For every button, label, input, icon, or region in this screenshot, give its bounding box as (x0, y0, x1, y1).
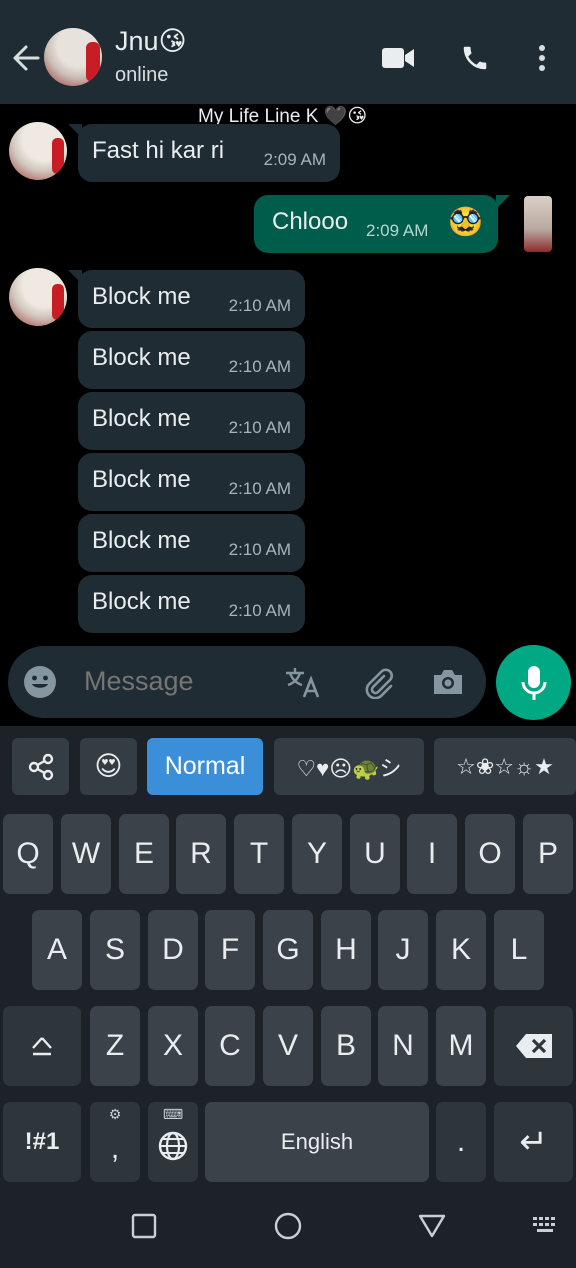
message-bubble-incoming[interactable]: Block me 2:10 AM (78, 331, 305, 389)
message-text: Fast hi kar ri (92, 137, 225, 164)
minion-emoji: 🥸 (448, 206, 483, 237)
chat-header: Jnu😘 online (0, 0, 576, 104)
key-p[interactable]: P (523, 814, 573, 894)
period-key[interactable]: . (436, 1102, 486, 1182)
message-bubble-incoming[interactable]: Fast hi kar ri 2:09 AM (78, 124, 340, 182)
video-call-icon[interactable] (380, 40, 416, 76)
share-icon[interactable] (12, 738, 69, 795)
key-b[interactable]: B (321, 1006, 371, 1086)
message-text: Block me (92, 466, 191, 493)
key-r[interactable]: R (176, 814, 226, 894)
message-composer (8, 646, 486, 718)
key-q[interactable]: Q (3, 814, 53, 894)
key-a[interactable]: A (32, 910, 82, 990)
message-time: 2:10 AM (228, 601, 291, 620)
contact-avatar[interactable] (44, 28, 102, 86)
key-n[interactable]: N (378, 1006, 428, 1086)
back-triangle-icon[interactable] (412, 1206, 452, 1246)
more-options-icon[interactable] (530, 40, 554, 76)
key-y[interactable]: Y (292, 814, 342, 894)
key-h[interactable]: H (321, 910, 371, 990)
message-bubble-incoming[interactable]: Block me 2:10 AM (78, 453, 305, 511)
home-icon[interactable] (268, 1206, 308, 1246)
key-t[interactable]: T (234, 814, 284, 894)
message-time: 2:10 AM (228, 357, 291, 376)
symbols-key[interactable]: !#1 (3, 1102, 81, 1182)
voice-call-icon[interactable] (458, 40, 492, 76)
language-key[interactable]: ⌨ (148, 1102, 198, 1182)
sender-avatar[interactable] (9, 122, 67, 180)
bubble-tail (496, 195, 510, 209)
message-time: 2:10 AM (228, 479, 291, 498)
message-time: 2:09 AM (263, 150, 326, 169)
message-text: Chlooo (272, 208, 349, 235)
message-bubble-incoming[interactable]: Block me 2:10 AM (78, 575, 305, 633)
key-u[interactable]: U (350, 814, 400, 894)
microphone-icon (521, 665, 546, 700)
message-bubble-incoming[interactable]: Block me 2:10 AM (78, 514, 305, 572)
emoji-icon[interactable] (22, 664, 58, 700)
key-v[interactable]: V (263, 1006, 313, 1086)
message-bubble-incoming[interactable]: Block me 2:10 AM (78, 270, 305, 328)
message-text: Block me (92, 588, 191, 615)
own-avatar (524, 196, 552, 252)
key-l[interactable]: L (494, 910, 544, 990)
message-input[interactable] (84, 666, 274, 697)
contact-status: online (115, 64, 169, 86)
shift-key[interactable] (3, 1006, 81, 1086)
emoji-toolbar-button[interactable]: 😍 (80, 738, 137, 795)
contact-name[interactable]: Jnu😘 (115, 26, 187, 57)
key-d[interactable]: D (148, 910, 198, 990)
font-style-normal-button[interactable]: Normal (147, 738, 263, 795)
system-nav-bar (0, 1188, 576, 1268)
enter-key[interactable]: ↵ (494, 1102, 573, 1182)
backspace-icon (515, 1034, 552, 1058)
message-time: 2:10 AM (228, 418, 291, 437)
backspace-key[interactable] (494, 1006, 573, 1086)
settings-gear-icon: ⚙ (108, 1106, 122, 1122)
message-time: 2:10 AM (228, 540, 291, 559)
keyboard-small-icon: ⌨ (162, 1106, 184, 1122)
key-g[interactable]: G (263, 910, 313, 990)
key-e[interactable]: E (119, 814, 169, 894)
keyboard-hide-icon[interactable] (526, 1206, 566, 1246)
voice-message-button[interactable] (496, 645, 571, 720)
shift-icon (32, 1037, 52, 1056)
keyboard: 😍 Normal ♡♥☹🐢シ ☆❀☆☼★ Q W E R T Y U I O P… (0, 726, 576, 1188)
key-j[interactable]: J (378, 910, 428, 990)
sender-avatar[interactable] (9, 268, 67, 326)
back-arrow-icon[interactable] (10, 40, 42, 76)
message-bubble-outgoing[interactable]: Chlooo 2:09 AM 🥸 (254, 195, 498, 253)
key-x[interactable]: X (148, 1006, 198, 1086)
key-k[interactable]: K (436, 910, 486, 990)
message-time: 2:10 AM (228, 296, 291, 315)
message-time: 2:09 AM (366, 221, 429, 240)
key-z[interactable]: Z (90, 1006, 140, 1086)
recents-icon[interactable] (124, 1206, 164, 1246)
font-style-stars-button[interactable]: ☆❀☆☼★ (434, 738, 576, 795)
key-c[interactable]: C (205, 1006, 255, 1086)
key-i[interactable]: I (407, 814, 457, 894)
comma-key[interactable]: ⚙ , (90, 1102, 140, 1182)
key-f[interactable]: F (205, 910, 255, 990)
message-text: Block me (92, 527, 191, 554)
message-text: Block me (92, 405, 191, 432)
comma-label: , (110, 1132, 120, 1165)
key-m[interactable]: M (436, 1006, 486, 1086)
translate-icon[interactable] (284, 664, 320, 700)
message-bubble-incoming[interactable]: Block me 2:10 AM (78, 392, 305, 450)
message-text: Block me (92, 283, 191, 310)
font-style-symbols-button[interactable]: ♡♥☹🐢シ (274, 738, 424, 795)
attach-icon[interactable] (360, 664, 396, 700)
message-text: Block me (92, 344, 191, 371)
camera-icon[interactable] (430, 664, 466, 700)
space-key[interactable]: English (205, 1102, 429, 1182)
key-o[interactable]: O (465, 814, 515, 894)
key-w[interactable]: W (61, 814, 111, 894)
globe-icon (158, 1131, 188, 1161)
key-s[interactable]: S (90, 910, 140, 990)
